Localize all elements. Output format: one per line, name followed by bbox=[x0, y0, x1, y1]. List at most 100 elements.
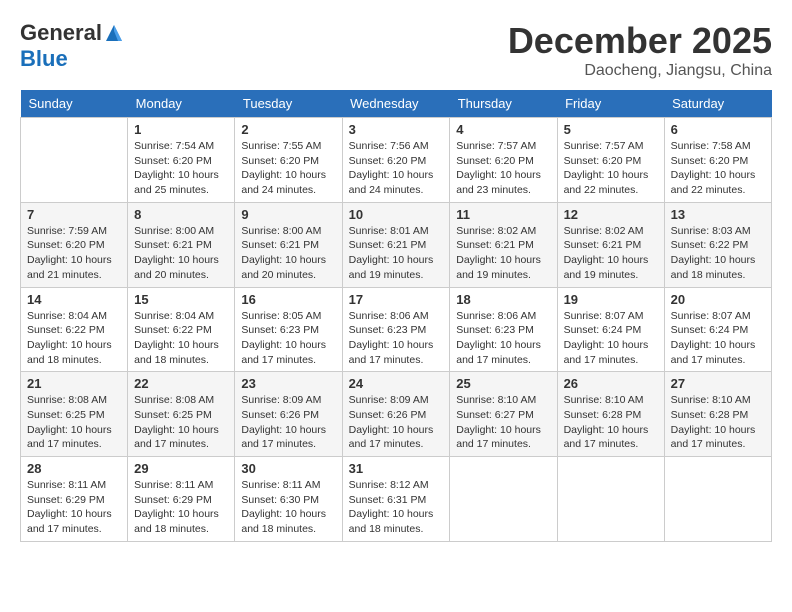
calendar-cell: 27Sunrise: 8:10 AM Sunset: 6:28 PM Dayli… bbox=[664, 372, 771, 457]
calendar-cell: 28 Sunrise: 8:11 AM Sunset: 6:29 PM Dayli… bbox=[21, 457, 128, 542]
day-number: 11 bbox=[456, 207, 550, 222]
calendar-cell: 30 Sunrise: 8:11 AM Sunset: 6:30 PM Dayli… bbox=[235, 457, 342, 542]
calendar-cell: 19Sunrise: 8:07 AM Sunset: 6:24 PM Dayli… bbox=[557, 287, 664, 372]
calendar-cell: 15 Sunrise: 8:04 AM Sunset: 6:22 PM Dayli… bbox=[128, 287, 235, 372]
calendar-cell: 10 Sunrise: 8:01 AM Sunset: 6:21 PM Dayli… bbox=[342, 202, 450, 287]
calendar-week-row: 28 Sunrise: 8:11 AM Sunset: 6:29 PM Dayli… bbox=[21, 457, 772, 542]
calendar-cell: 23 Sunrise: 8:09 AM Sunset: 6:26 PM Dayli… bbox=[235, 372, 342, 457]
calendar-cell: 11 Sunrise: 8:02 AM Sunset: 6:21 PM Dayli… bbox=[450, 202, 557, 287]
day-info: Sunrise: 8:04 AM Sunset: 6:22 PM Dayligh… bbox=[134, 309, 228, 368]
day-number: 5 bbox=[564, 122, 658, 137]
calendar-cell: 29 Sunrise: 8:11 AM Sunset: 6:29 PM Dayli… bbox=[128, 457, 235, 542]
weekday-header-monday: Monday bbox=[128, 90, 235, 118]
logo-blue-text: Blue bbox=[20, 46, 68, 72]
calendar-cell: 2 Sunrise: 7:55 AM Sunset: 6:20 PM Daylig… bbox=[235, 118, 342, 203]
calendar-cell: 18Sunrise: 8:06 AM Sunset: 6:23 PM Dayli… bbox=[450, 287, 557, 372]
calendar-cell: 24 Sunrise: 8:09 AM Sunset: 6:26 PM Dayli… bbox=[342, 372, 450, 457]
day-number: 2 bbox=[241, 122, 335, 137]
month-title: December 2025 bbox=[508, 20, 772, 62]
day-number: 15 bbox=[134, 292, 228, 307]
day-info: Sunrise: 7:57 AM Sunset: 6:20 PM Dayligh… bbox=[564, 139, 658, 198]
day-number: 12 bbox=[564, 207, 658, 222]
calendar-cell bbox=[664, 457, 771, 542]
day-info: Sunrise: 7:57 AM Sunset: 6:20 PM Dayligh… bbox=[456, 139, 550, 198]
calendar-week-row: 21 Sunrise: 8:08 AM Sunset: 6:25 PM Dayli… bbox=[21, 372, 772, 457]
calendar-week-row: 1 Sunrise: 7:54 AM Sunset: 6:20 PM Daylig… bbox=[21, 118, 772, 203]
day-number: 23 bbox=[241, 376, 335, 391]
calendar-cell: 20Sunrise: 8:07 AM Sunset: 6:24 PM Dayli… bbox=[664, 287, 771, 372]
day-number: 7 bbox=[27, 207, 121, 222]
calendar-week-row: 7Sunrise: 7:59 AM Sunset: 6:20 PM Daylig… bbox=[21, 202, 772, 287]
day-info: Sunrise: 8:12 AM Sunset: 6:31 PM Dayligh… bbox=[349, 478, 444, 537]
calendar-cell: 8 Sunrise: 8:00 AM Sunset: 6:21 PM Daylig… bbox=[128, 202, 235, 287]
day-number: 4 bbox=[456, 122, 550, 137]
weekday-header-wednesday: Wednesday bbox=[342, 90, 450, 118]
day-number: 26 bbox=[564, 376, 658, 391]
day-info: Sunrise: 8:00 AM Sunset: 6:21 PM Dayligh… bbox=[241, 224, 335, 283]
weekday-header-friday: Friday bbox=[557, 90, 664, 118]
weekday-header-tuesday: Tuesday bbox=[235, 90, 342, 118]
day-info: Sunrise: 8:11 AM Sunset: 6:29 PM Dayligh… bbox=[27, 478, 121, 537]
day-number: 24 bbox=[349, 376, 444, 391]
day-info: Sunrise: 7:54 AM Sunset: 6:20 PM Dayligh… bbox=[134, 139, 228, 198]
title-area: December 2025 Daocheng, Jiangsu, China bbox=[508, 20, 772, 80]
day-info: Sunrise: 8:00 AM Sunset: 6:21 PM Dayligh… bbox=[134, 224, 228, 283]
day-info: Sunrise: 8:04 AM Sunset: 6:22 PM Dayligh… bbox=[27, 309, 121, 368]
calendar-cell: 21 Sunrise: 8:08 AM Sunset: 6:25 PM Dayli… bbox=[21, 372, 128, 457]
day-number: 28 bbox=[27, 461, 121, 476]
calendar-cell: 13 Sunrise: 8:03 AM Sunset: 6:22 PM Dayli… bbox=[664, 202, 771, 287]
day-info: Sunrise: 8:08 AM Sunset: 6:25 PM Dayligh… bbox=[27, 393, 121, 452]
calendar-cell: 9 Sunrise: 8:00 AM Sunset: 6:21 PM Daylig… bbox=[235, 202, 342, 287]
day-number: 20 bbox=[671, 292, 765, 307]
day-info: Sunrise: 8:10 AM Sunset: 6:28 PM Dayligh… bbox=[671, 393, 765, 452]
day-number: 9 bbox=[241, 207, 335, 222]
day-number: 13 bbox=[671, 207, 765, 222]
calendar-cell: 3Sunrise: 7:56 AM Sunset: 6:20 PM Daylig… bbox=[342, 118, 450, 203]
day-number: 14 bbox=[27, 292, 121, 307]
calendar-week-row: 14 Sunrise: 8:04 AM Sunset: 6:22 PM Dayli… bbox=[21, 287, 772, 372]
day-info: Sunrise: 8:06 AM Sunset: 6:23 PM Dayligh… bbox=[456, 309, 550, 368]
calendar-cell: 14 Sunrise: 8:04 AM Sunset: 6:22 PM Dayli… bbox=[21, 287, 128, 372]
calendar-cell: 5 Sunrise: 7:57 AM Sunset: 6:20 PM Daylig… bbox=[557, 118, 664, 203]
day-info: Sunrise: 8:09 AM Sunset: 6:26 PM Dayligh… bbox=[241, 393, 335, 452]
calendar-cell: 6Sunrise: 7:58 AM Sunset: 6:20 PM Daylig… bbox=[664, 118, 771, 203]
day-info: Sunrise: 7:55 AM Sunset: 6:20 PM Dayligh… bbox=[241, 139, 335, 198]
day-number: 19 bbox=[564, 292, 658, 307]
day-info: Sunrise: 8:02 AM Sunset: 6:21 PM Dayligh… bbox=[456, 224, 550, 283]
day-number: 31 bbox=[349, 461, 444, 476]
weekday-header-saturday: Saturday bbox=[664, 90, 771, 118]
day-number: 6 bbox=[671, 122, 765, 137]
logo-general-text: General bbox=[20, 20, 102, 46]
day-number: 10 bbox=[349, 207, 444, 222]
calendar-cell bbox=[450, 457, 557, 542]
day-info: Sunrise: 8:03 AM Sunset: 6:22 PM Dayligh… bbox=[671, 224, 765, 283]
calendar-cell: 16 Sunrise: 8:05 AM Sunset: 6:23 PM Dayli… bbox=[235, 287, 342, 372]
day-number: 22 bbox=[134, 376, 228, 391]
day-number: 8 bbox=[134, 207, 228, 222]
logo-icon bbox=[104, 23, 124, 43]
calendar-cell: 12 Sunrise: 8:02 AM Sunset: 6:21 PM Dayli… bbox=[557, 202, 664, 287]
location: Daocheng, Jiangsu, China bbox=[508, 62, 772, 80]
calendar-cell: 22Sunrise: 8:08 AM Sunset: 6:25 PM Dayli… bbox=[128, 372, 235, 457]
weekday-header-sunday: Sunday bbox=[21, 90, 128, 118]
day-info: Sunrise: 8:11 AM Sunset: 6:30 PM Dayligh… bbox=[241, 478, 335, 537]
day-info: Sunrise: 8:09 AM Sunset: 6:26 PM Dayligh… bbox=[349, 393, 444, 452]
weekday-header-thursday: Thursday bbox=[450, 90, 557, 118]
day-number: 17 bbox=[349, 292, 444, 307]
day-info: Sunrise: 8:01 AM Sunset: 6:21 PM Dayligh… bbox=[349, 224, 444, 283]
calendar-cell: 26 Sunrise: 8:10 AM Sunset: 6:28 PM Dayli… bbox=[557, 372, 664, 457]
day-number: 25 bbox=[456, 376, 550, 391]
day-number: 29 bbox=[134, 461, 228, 476]
day-number: 16 bbox=[241, 292, 335, 307]
day-info: Sunrise: 8:11 AM Sunset: 6:29 PM Dayligh… bbox=[134, 478, 228, 537]
day-info: Sunrise: 8:02 AM Sunset: 6:21 PM Dayligh… bbox=[564, 224, 658, 283]
calendar-cell: 7Sunrise: 7:59 AM Sunset: 6:20 PM Daylig… bbox=[21, 202, 128, 287]
day-info: Sunrise: 8:10 AM Sunset: 6:28 PM Dayligh… bbox=[564, 393, 658, 452]
day-info: Sunrise: 8:05 AM Sunset: 6:23 PM Dayligh… bbox=[241, 309, 335, 368]
day-number: 30 bbox=[241, 461, 335, 476]
calendar-table: SundayMondayTuesdayWednesdayThursdayFrid… bbox=[20, 90, 772, 542]
day-info: Sunrise: 8:06 AM Sunset: 6:23 PM Dayligh… bbox=[349, 309, 444, 368]
day-number: 1 bbox=[134, 122, 228, 137]
day-info: Sunrise: 7:56 AM Sunset: 6:20 PM Dayligh… bbox=[349, 139, 444, 198]
day-number: 21 bbox=[27, 376, 121, 391]
